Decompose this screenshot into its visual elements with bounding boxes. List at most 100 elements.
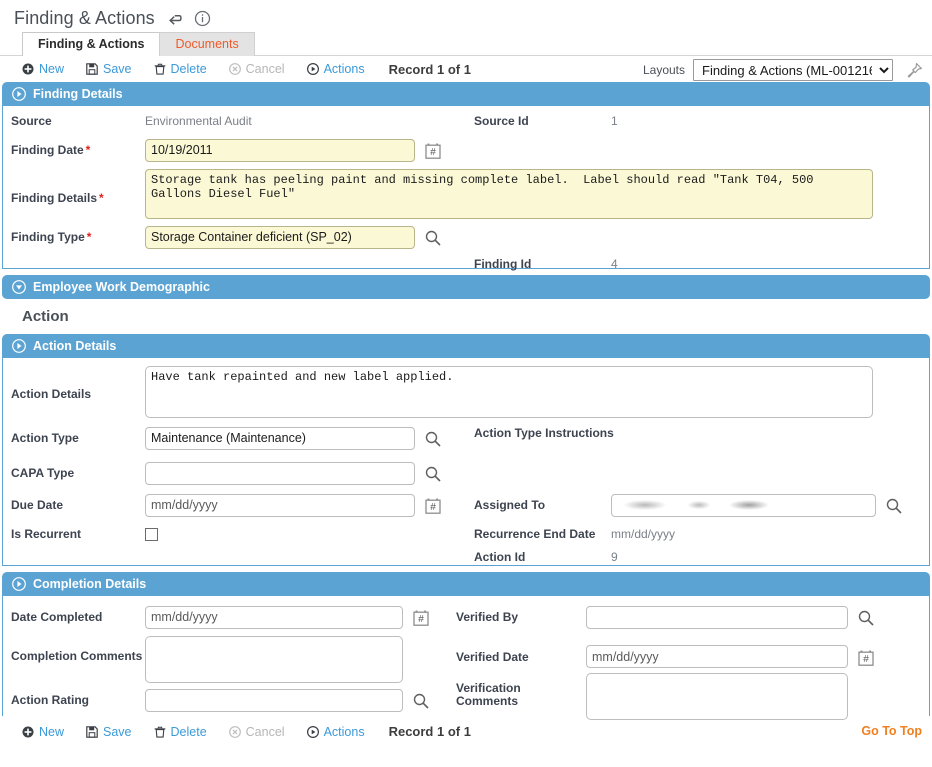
svg-text:#: # [418, 614, 424, 625]
row-action-id: Action Id 9 [3, 547, 929, 567]
assigned-to-field-wrap [611, 493, 902, 517]
recurrence-end-date-value: mm/dd/yyyy [611, 527, 676, 541]
source-id-label: Source Id [474, 113, 529, 128]
required-marker: * [99, 191, 104, 205]
action-details-label: Action Details [11, 387, 92, 401]
svg-text:#: # [430, 147, 436, 158]
row-finding-date: Finding Date* # [3, 135, 929, 165]
section-header-action-details[interactable]: Action Details [2, 334, 930, 358]
panel-finding-details: Source Environmental Audit Source Id 1 F… [2, 106, 930, 271]
top-toolbar: New Save Delete Cancel Actions Record 1 … [0, 56, 932, 82]
delete-button[interactable]: Delete [154, 62, 207, 76]
completion-comments-textarea[interactable] [145, 636, 403, 683]
search-icon[interactable] [886, 498, 902, 514]
action-rating-input[interactable] [145, 688, 403, 712]
calendar-icon[interactable]: # [425, 143, 441, 159]
required-marker: * [85, 143, 91, 157]
action-id-label: Action Id [474, 550, 526, 564]
finding-id-label: Finding Id [474, 257, 532, 271]
svg-text:#: # [430, 502, 436, 513]
layouts-control: Layouts Finding & Actions (ML-001216) [643, 59, 924, 81]
finding-details-label: Finding Details * [3, 169, 145, 205]
finding-type-label: Finding Type * [3, 230, 145, 244]
new-button-bottom[interactable]: New [22, 725, 64, 739]
date-completed-label: Date Completed [11, 610, 103, 624]
verification-comments-textarea[interactable] [586, 673, 848, 720]
finding-type-input[interactable] [145, 225, 415, 249]
cancel-button[interactable]: Cancel [228, 62, 285, 76]
search-icon[interactable] [425, 431, 441, 447]
action-rating-label: Action Rating [11, 693, 89, 707]
verified-by-input[interactable] [586, 605, 848, 629]
finding-details-label-text: Finding Details [11, 191, 98, 205]
action-type-input[interactable] [145, 426, 415, 450]
calendar-icon[interactable]: # [413, 610, 429, 626]
row-action-rating: Action Rating Verification Comments [3, 673, 929, 720]
action-type-instructions-label: Action Type Instructions [474, 426, 614, 440]
panel-action-details: Action Details Have tank repainted and n… [2, 358, 930, 566]
verified-by-field-wrap [586, 605, 874, 629]
bottom-toolbar: New Save Delete Cancel Actions Record 1 … [0, 716, 932, 743]
is-recurrent-label: Is Recurrent [11, 527, 82, 541]
is-recurrent-checkbox[interactable] [145, 528, 158, 541]
cancel-circle-icon [228, 63, 241, 75]
action-group-title: Action [22, 308, 69, 325]
search-icon[interactable] [425, 230, 441, 246]
info-circle-icon[interactable] [194, 10, 211, 27]
source-id-value: 1 [611, 113, 618, 128]
actions-button[interactable]: Actions [306, 62, 365, 76]
source-value: Environmental Audit [145, 113, 252, 128]
save-button-bottom[interactable]: Save [86, 725, 132, 739]
section-header-employee-work-demographic[interactable]: Employee Work Demographic [2, 275, 930, 299]
trash-icon [154, 63, 166, 75]
tab-finding-and-actions[interactable]: Finding & Actions [22, 32, 161, 56]
actions-label: Actions [323, 62, 365, 76]
new-button[interactable]: New [22, 62, 64, 76]
finding-date-input[interactable] [145, 138, 415, 162]
go-to-top-link[interactable]: Go To Top [861, 724, 922, 738]
action-details-textarea[interactable]: Have tank repainted and new label applie… [145, 366, 873, 418]
recurrence-end-date-label: Recurrence End Date [474, 527, 596, 541]
search-icon[interactable] [413, 693, 429, 709]
action-id-value: 9 [611, 550, 618, 564]
delete-label: Delete [170, 62, 207, 76]
search-icon[interactable] [425, 466, 441, 482]
search-icon[interactable] [858, 610, 874, 626]
save-button[interactable]: Save [86, 62, 132, 76]
due-date-input[interactable] [145, 493, 415, 517]
section-header-completion-details[interactable]: Completion Details [2, 572, 930, 596]
section-header-finding-details[interactable]: Finding Details [2, 82, 930, 106]
completion-comments-label: Completion Comments [11, 649, 143, 663]
actions-label: Actions [323, 724, 365, 739]
delete-button-bottom[interactable]: Delete [154, 725, 207, 739]
new-label: New [39, 724, 65, 739]
row-source: Source Environmental Audit Source Id 1 [3, 110, 929, 131]
page-header: Finding & Actions [0, 0, 932, 30]
calendar-icon[interactable]: # [858, 650, 874, 666]
assigned-to-input[interactable] [611, 493, 876, 517]
floppy-disk-icon [86, 725, 98, 738]
plus-circle-icon [22, 726, 34, 738]
collapse-right-triangle-icon [12, 577, 26, 591]
section-title: Finding Details [33, 87, 123, 101]
expand-down-triangle-icon [12, 280, 26, 294]
finding-id-value: 4 [611, 257, 618, 271]
date-completed-input[interactable] [145, 605, 403, 629]
actions-button-bottom[interactable]: Actions [306, 724, 365, 739]
calendar-icon[interactable]: # [425, 498, 441, 514]
layouts-select[interactable]: Finding & Actions (ML-001216) [693, 59, 893, 81]
pushpin-icon[interactable] [905, 61, 924, 80]
row-due-date: Due Date # Assigned To [3, 490, 929, 520]
verified-date-input[interactable] [586, 645, 848, 668]
cancel-button-bottom[interactable]: Cancel [228, 724, 285, 739]
row-is-recurrent: Is Recurrent Recurrence End Date mm/dd/y… [3, 523, 929, 545]
section-title: Action Details [33, 339, 117, 353]
capa-type-input[interactable] [145, 461, 415, 485]
undo-arrow-icon[interactable] [166, 11, 183, 26]
finding-details-textarea[interactable]: Storage tank has peeling paint and missi… [145, 169, 873, 219]
tab-documents[interactable]: Documents [159, 32, 255, 56]
cancel-label: Cancel [245, 724, 285, 739]
verified-date-label: Verified Date [456, 650, 529, 664]
save-label: Save [103, 62, 132, 76]
tab-bar: Finding & Actions Documents [0, 32, 932, 56]
